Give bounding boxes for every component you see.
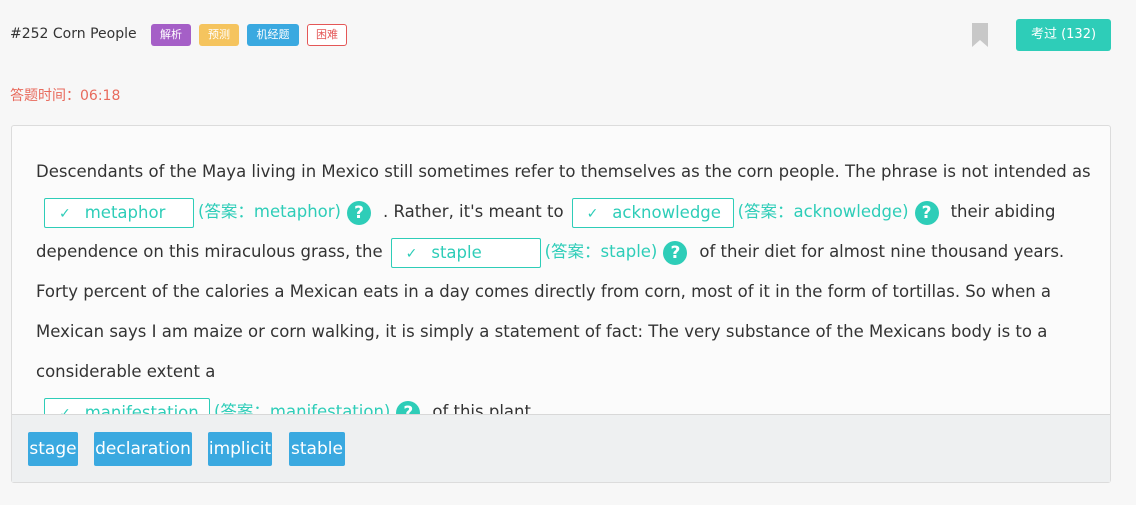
bookmark-icon[interactable] [972, 23, 988, 47]
answer-3: (答案：staple) [544, 242, 658, 261]
question-card: Descendants of the Maya living in Mexico… [11, 125, 1111, 483]
answer-1: (答案：metaphor) [198, 202, 341, 221]
blank-3-value: staple [431, 242, 482, 262]
tag-difficulty: 困难 [307, 24, 347, 46]
help-icon[interactable]: ? [347, 200, 371, 225]
answer-timer: 答题时间：06:18 [10, 88, 121, 104]
blank-3[interactable]: ✓ staple [390, 237, 541, 268]
option-implicit[interactable]: implicit [208, 432, 272, 466]
tag-analysis[interactable]: 解析 [151, 24, 191, 46]
answer-2: (答案：acknowledge) [737, 202, 909, 221]
passage-text: . Rather, it's meant to [383, 202, 564, 221]
option-declaration[interactable]: declaration [94, 432, 192, 466]
option-stable[interactable]: stable [289, 432, 345, 466]
help-icon[interactable]: ? [663, 240, 688, 265]
exam-count-button[interactable]: 考过 (132) [1016, 19, 1111, 51]
question-title: #252 Corn People [10, 26, 137, 42]
check-icon: ✓ [59, 205, 71, 222]
blank-2[interactable]: ✓ acknowledge [571, 197, 734, 228]
header: #252 Corn People 解析 预测 机经题 困难 考过 (132) [0, 0, 1136, 70]
blank-1-value: metaphor [84, 202, 166, 222]
passage: Descendants of the Maya living in Mexico… [36, 152, 1096, 432]
passage-text: of their diet for almost nine thousand y… [36, 242, 1065, 381]
word-options-bar: stage declaration implicit stable [12, 414, 1110, 482]
blank-2-value: acknowledge [612, 202, 721, 222]
option-stage[interactable]: stage [28, 432, 78, 466]
blank-1[interactable]: ✓ metaphor [44, 197, 194, 228]
passage-text: Descendants of the Maya living in Mexico… [36, 162, 1091, 181]
check-icon: ✓ [586, 205, 599, 222]
tag-jijing[interactable]: 机经题 [247, 24, 299, 46]
help-icon[interactable]: ? [914, 200, 939, 225]
tag-predict[interactable]: 预测 [199, 24, 239, 46]
check-icon: ✓ [405, 245, 418, 262]
